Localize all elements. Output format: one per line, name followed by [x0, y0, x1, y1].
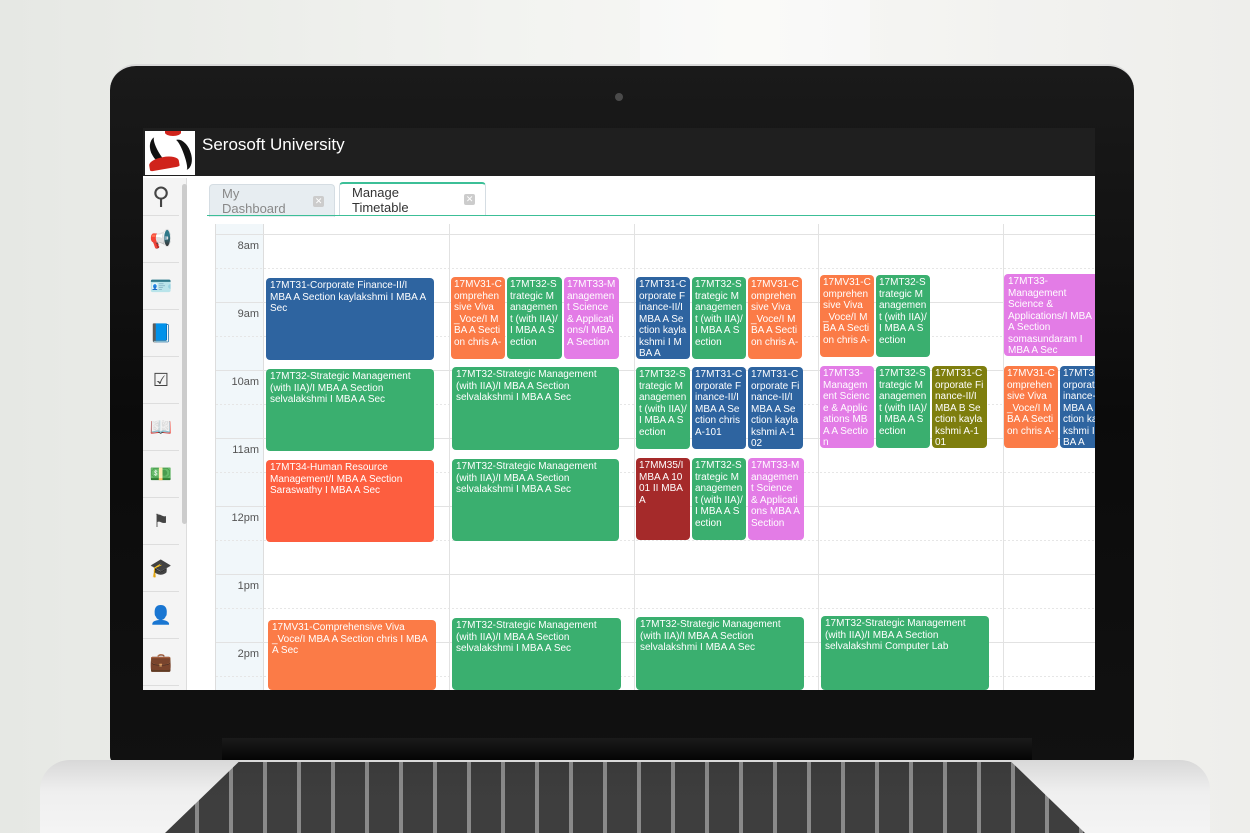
half-hour-gridline [216, 268, 1095, 269]
timetable-event[interactable]: 17MT31-Corporate Finance-II/I MBA A Sect… [1060, 366, 1095, 448]
webcam [615, 93, 623, 101]
briefcase-icon: 💼 [149, 651, 173, 672]
timetable-calendar: 8am 9am 10am 11am 12pm 1pm 2pm 17MT31-Corporat… [215, 224, 1095, 690]
app-screen: Serosoft University ⚲ 📢 🪪 📘 ☑ 📖 💵 ⚑ 🎓 👤 … [143, 128, 1095, 690]
timetable-event[interactable]: 17MT33-Management Science & Applications… [820, 366, 874, 448]
timetable-event[interactable]: 17MV31-Comprehensive Viva _Voce/I MBA A … [748, 277, 802, 359]
sidebar-item-announcements[interactable]: 📢 [143, 216, 179, 263]
hour-gridline [216, 574, 1095, 575]
timetable-event[interactable]: 17MV31-Comprehensive Viva _Voce/I MBA A … [1004, 366, 1058, 448]
timetable-event[interactable]: 17MV31-Comprehensive Viva _Voce/I MBA A … [820, 275, 874, 357]
money-icon: 💵 [149, 463, 173, 484]
timetable-event[interactable]: 17MT34-Human Resource Management/I MBA A… [266, 460, 434, 542]
timetable-event[interactable]: 17MT32-Strategic Management (with IIA)/I… [452, 367, 619, 450]
timetable-event[interactable]: 17MT32-Strategic Management (with IIA)/I… [452, 618, 621, 690]
timetable-event[interactable]: 17MT33-Management Science & Applications… [748, 458, 804, 540]
tab-label: My Dashboard [222, 186, 286, 216]
sidebar-item-employees[interactable]: 👤 [143, 592, 179, 639]
half-hour-gridline [216, 608, 1095, 609]
close-icon[interactable]: ✕ [313, 195, 324, 207]
timetable-event[interactable]: 17MT32-Strategic Management (with IIA)/I… [507, 277, 562, 359]
timetable-event[interactable]: 17MT33-Management Science & Applications… [564, 277, 619, 359]
megaphone-icon: 📢 [149, 228, 173, 249]
time-label: 11am [232, 444, 259, 456]
day-divider [449, 224, 450, 690]
sidebar-scrollbar[interactable] [182, 184, 187, 524]
timetable-event[interactable]: 17MT32-Strategic Management (with IIA)/I… [636, 617, 804, 690]
timetable-event[interactable]: 17MT32-Strategic Management (with IIA)/I… [452, 459, 619, 541]
timetable-event[interactable]: 17MT31-Corporate Finance-II/I MBA A Sect… [692, 367, 746, 449]
timetable-event[interactable]: 17MT32-Strategic Management (with IIA)/I… [636, 367, 690, 449]
time-label: 2pm [237, 648, 259, 660]
time-label: 9am [237, 308, 259, 320]
day-divider [818, 224, 819, 690]
time-axis: 8am 9am 10am 11am 12pm 1pm 2pm [216, 224, 264, 690]
timetable-event[interactable]: 17MT32-Strategic Management (with IIA)/I… [692, 277, 746, 359]
search-icon: ⚲ [152, 183, 170, 210]
employee-icon: 👤 [149, 604, 173, 625]
tab-manage-timetable[interactable]: Manage Timetable ✕ [339, 182, 486, 215]
graduate-icon: 🎓 [149, 557, 173, 578]
time-label: 12pm [231, 512, 259, 524]
timetable-event[interactable]: 17MM35/I MBA A 1001 II MBA A [636, 458, 690, 540]
book-icon: 📘 [149, 322, 173, 343]
sidebar: ⚲ 📢 🪪 📘 ☑ 📖 💵 ⚑ 🎓 👤 💼 [143, 178, 187, 690]
day-divider [634, 224, 635, 690]
timetable-event[interactable]: 17MT31-Corporate Finance-II/I MBA B Sect… [932, 366, 987, 448]
timetable-event[interactable]: 17MT32-Strategic Management (with IIA)/I… [266, 369, 434, 451]
reader-icon: 📖 [149, 416, 173, 437]
checklist-icon: ☑ [152, 369, 170, 390]
time-label: 10am [231, 376, 259, 388]
sidebar-item-events[interactable]: ⚑ [143, 498, 179, 545]
timetable-event[interactable]: 17MT31-Corporate Finance-II/I MBA A Sect… [636, 277, 690, 359]
timetable-event[interactable]: 17MT32-Strategic Management (with IIA)/I… [876, 366, 930, 448]
sidebar-item-fees[interactable]: 💵 [143, 451, 179, 498]
sidebar-item-students[interactable]: 🎓 [143, 545, 179, 592]
timetable-event[interactable]: 17MT32-Strategic Management (with IIA)/I… [821, 616, 989, 690]
timetable-event[interactable]: 17MT31-Corporate Finance-II/I MBA A Sect… [266, 278, 434, 360]
laptop-hinge [222, 738, 1032, 760]
timetable-event[interactable]: 17MV31-Comprehensive Viva _Voce/I MBA A … [451, 277, 505, 359]
app-title: Serosoft University [202, 135, 345, 154]
sidebar-item-placements[interactable]: 💼 [143, 639, 179, 686]
id-card-icon: 🪪 [149, 275, 173, 296]
tab-bar: My Dashboard ✕ Manage Timetable ✕ [209, 182, 486, 217]
timetable-event[interactable]: 17MT33-Management Science & Applications… [1004, 274, 1095, 356]
sidebar-item-learning[interactable]: 📖 [143, 404, 179, 451]
flag-icon: ⚑ [152, 510, 170, 531]
sidebar-item-exams[interactable]: ☑ [143, 357, 179, 404]
sidebar-item-search[interactable]: ⚲ [143, 178, 179, 216]
close-icon[interactable]: ✕ [464, 194, 475, 205]
tab-label: Manage Timetable [352, 184, 409, 215]
tab-underline [207, 215, 1095, 216]
timetable-event[interactable]: 17MT31-Corporate Finance-II/I MBA A Sect… [748, 367, 803, 449]
hour-gridline [216, 234, 1095, 235]
keyboard [165, 762, 1085, 833]
time-label: 8am [237, 240, 259, 252]
tab-my-dashboard[interactable]: My Dashboard ✕ [209, 184, 335, 217]
time-label: 1pm [237, 580, 259, 592]
university-logo[interactable] [145, 131, 195, 175]
sidebar-item-courses[interactable]: 📘 [143, 310, 179, 357]
timetable-event[interactable]: 17MV31-Comprehensive Viva _Voce/I MBA A … [268, 620, 436, 690]
top-bar: Serosoft University [143, 128, 1095, 176]
timetable-event[interactable]: 17MT32-Strategic Management (with IIA)/I… [692, 458, 746, 540]
timetable-event[interactable]: 17MT32-Strategic Management (with IIA)/I… [876, 275, 930, 357]
sidebar-item-profile[interactable]: 🪪 [143, 263, 179, 310]
